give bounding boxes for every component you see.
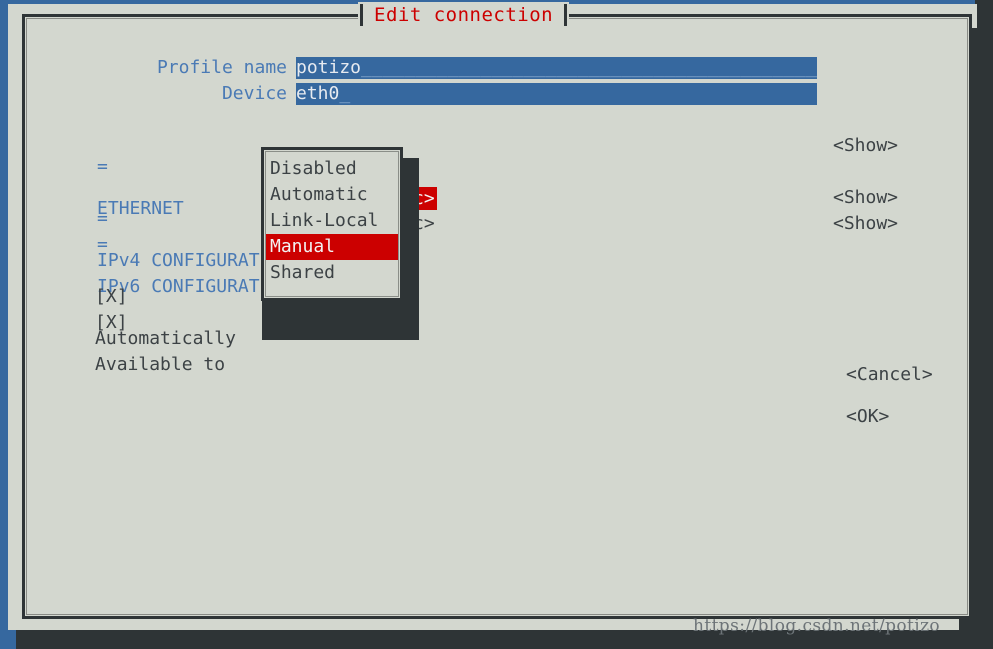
dropdown-item-link-local[interactable]: Link-Local [266, 208, 398, 234]
show-button-ipv6[interactable]: <Show> [833, 213, 898, 234]
window-border-bottom-left [0, 630, 16, 649]
page-title: Edit connection [374, 4, 554, 26]
dialog-content: Profile name potizo _____________________… [0, 0, 993, 649]
device-value: eth0 [296, 83, 340, 104]
title-right-cap-icon [564, 4, 568, 26]
dialog-action-buttons: <Cancel> <OK> [781, 343, 933, 448]
field-row-device: Device eth0 _ [124, 83, 817, 105]
device-fill: _ [339, 83, 351, 104]
checkbox-available-to-box: [X] [95, 312, 128, 333]
section-ethernet-marker: = [97, 156, 108, 177]
field-row-profile-name: Profile name potizo _____________________… [124, 57, 817, 79]
ipv4-method-dropdown[interactable]: Disabled Automatic Link-Local Manual Sha… [261, 147, 403, 301]
watermark: https://blog.csdn.net/potizo [693, 616, 941, 636]
checkbox-available-to-label: Available to [95, 354, 226, 375]
dropdown-item-manual[interactable]: Manual [266, 234, 398, 260]
profile-name-label: Profile name [156, 57, 287, 78]
cancel-button[interactable]: <Cancel> [846, 364, 933, 385]
device-input[interactable]: eth0 _ [296, 83, 817, 105]
show-button-ethernet[interactable]: <Show> [833, 135, 898, 156]
device-label: Device [221, 83, 287, 104]
dropdown-item-automatic[interactable]: Automatic [266, 182, 398, 208]
dialog-title-bar: Edit connection [358, 2, 570, 28]
profile-name-value: potizo [296, 57, 362, 78]
show-button-ipv4[interactable]: <Show> [833, 187, 898, 208]
screen: Edit connection Profile name potizo _____… [0, 0, 993, 649]
checkbox-row-available-to[interactable]: [X] Available to [30, 291, 225, 396]
dropdown-item-disabled[interactable]: Disabled [266, 156, 398, 182]
ok-button[interactable]: <OK> [846, 406, 889, 427]
section-ipv6-marker: = [97, 234, 108, 255]
profile-name-fill: ________________________________________… [361, 57, 817, 78]
dropdown-list: Disabled Automatic Link-Local Manual Sha… [265, 151, 399, 297]
dropdown-item-shared[interactable]: Shared [266, 260, 398, 286]
profile-name-input[interactable]: potizo __________________________________… [296, 57, 817, 79]
